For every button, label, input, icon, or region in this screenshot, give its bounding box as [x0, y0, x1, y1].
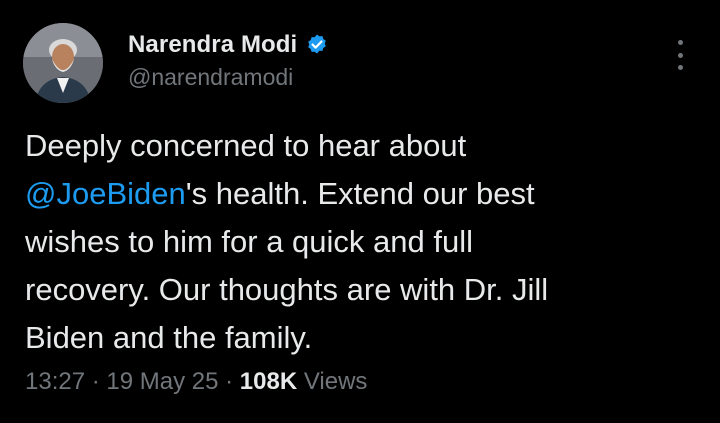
more-dot — [677, 65, 683, 70]
tweet-date[interactable]: 19 May 25 — [106, 368, 218, 396]
tweet-line-5: Biden and the family. — [25, 320, 313, 355]
author-display-name[interactable]: Narendra Modi — [128, 31, 297, 59]
meta-separator: · — [218, 368, 240, 395]
meta-separator: · — [85, 368, 107, 395]
avatar[interactable] — [23, 23, 103, 103]
more-vertical-icon[interactable] — [668, 40, 692, 70]
tweet-line-1: Deeply concerned to hear about — [25, 128, 467, 163]
author-handle[interactable]: @narendramodi — [128, 64, 293, 91]
author-name-row: Narendra Modi — [128, 28, 329, 62]
tweet-meta: 13:27 · 19 May 25 · 108K Views — [25, 368, 367, 396]
views-label: Views — [297, 368, 368, 395]
views-count[interactable]: 108K — [240, 368, 297, 396]
tweet-line-2-rest: 's health. Extend our best — [185, 176, 535, 211]
tweet-text: Deeply concerned to hear about @JoeBiden… — [25, 122, 695, 362]
tweet-line-3: wishes to him for a quick and full — [25, 224, 473, 259]
mention-link[interactable]: @JoeBiden — [25, 176, 186, 211]
avatar-image — [23, 23, 103, 103]
more-dot — [677, 40, 683, 45]
tweet-card[interactable]: Narendra Modi @narendramodi Deeply conce… — [0, 0, 720, 423]
tweet-time[interactable]: 13:27 — [25, 368, 85, 396]
tweet-line-4: recovery. Our thoughts are with Dr. Jill — [25, 272, 549, 307]
more-dot — [677, 52, 683, 58]
verified-badge-icon[interactable] — [305, 33, 329, 57]
